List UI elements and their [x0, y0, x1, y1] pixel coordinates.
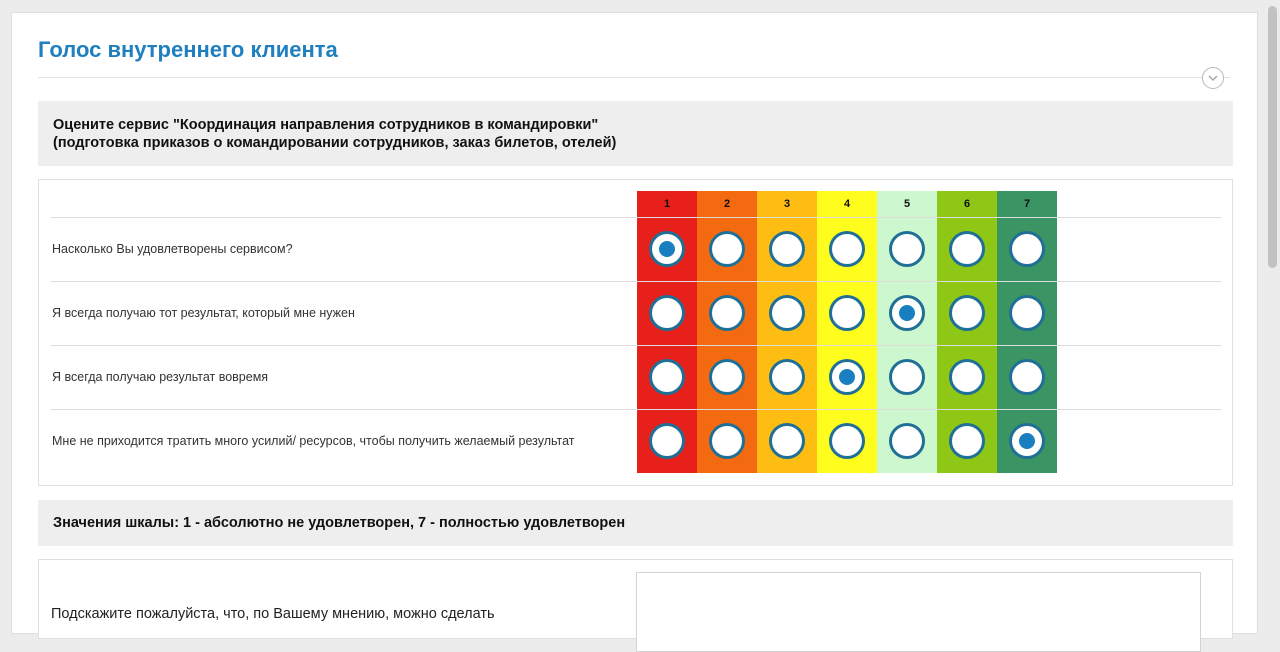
question-header-line2: (подготовка приказов о командировании со… — [53, 135, 617, 151]
comment-label: Подскажите пожалуйста, что, по Вашему мн… — [51, 606, 495, 622]
rating-radio-q1-2[interactable] — [709, 231, 745, 267]
rating-radio-q2-2[interactable] — [709, 295, 745, 331]
scrollbar-thumb[interactable] — [1268, 6, 1277, 268]
rating-radio-q3-1[interactable] — [649, 359, 685, 395]
scale-column-number: 2 — [723, 198, 731, 210]
scale-column-number: 3 — [783, 198, 791, 210]
chevron-down-icon — [1208, 75, 1218, 82]
rating-radio-q3-6[interactable] — [949, 359, 985, 395]
question-header: Оцените сервис "Координация направления … — [38, 101, 1233, 166]
rating-radio-q2-6[interactable] — [949, 295, 985, 331]
rating-radio-q4-5[interactable] — [889, 423, 925, 459]
scale-column-6: 6 — [937, 191, 997, 473]
rating-radio-q4-3[interactable] — [769, 423, 805, 459]
scale-column-4: 4 — [817, 191, 877, 473]
rating-radio-q1-4[interactable] — [829, 231, 865, 267]
collapse-button[interactable] — [1202, 67, 1224, 89]
rating-radio-q1-6[interactable] — [949, 231, 985, 267]
title-divider — [38, 77, 1230, 78]
rating-radio-q3-5[interactable] — [889, 359, 925, 395]
rating-radio-q4-6[interactable] — [949, 423, 985, 459]
survey-card: Голос внутреннего клиента Оцените сервис… — [11, 12, 1258, 652]
rating-radio-q1-3[interactable] — [769, 231, 805, 267]
rating-radio-q2-4[interactable] — [829, 295, 865, 331]
scale-column-number: 5 — [903, 198, 911, 210]
scale-note: Значения шкалы: 1 - абсолютно не удовлет… — [38, 500, 1233, 546]
rating-radio-q2-3[interactable] — [769, 295, 805, 331]
page-scrollbar[interactable] — [1265, 0, 1280, 616]
rating-radio-q4-1[interactable] — [649, 423, 685, 459]
rating-radio-q4-2[interactable] — [709, 423, 745, 459]
rating-radio-q1-1[interactable] — [649, 231, 685, 267]
rating-radio-q1-7[interactable] — [1009, 231, 1045, 267]
rating-radio-q3-2[interactable] — [709, 359, 745, 395]
comment-input[interactable] — [636, 572, 1201, 652]
scale-column-5: 5 — [877, 191, 937, 473]
rating-radio-q2-1[interactable] — [649, 295, 685, 331]
rating-radio-q2-7[interactable] — [1009, 295, 1045, 331]
rating-matrix: 1 2 3 4 5 6 7 Насколько Вы удовлетворены сервис… — [38, 179, 1233, 486]
question-row-label: Я всегда получаю результат вовремя — [52, 370, 269, 384]
scale-column-number: 4 — [843, 198, 851, 210]
question-row-label: Я всегда получаю тот результат, который … — [52, 306, 355, 320]
scale-column-number: 1 — [663, 198, 671, 210]
comment-section: Подскажите пожалуйста, что, по Вашему мн… — [38, 559, 1233, 652]
page-title: Голос внутреннего клиента — [38, 37, 338, 62]
scale-column-number: 7 — [1023, 198, 1031, 210]
rating-radio-q3-4[interactable] — [829, 359, 865, 395]
rating-radio-q4-4[interactable] — [829, 423, 865, 459]
rating-radio-q2-5[interactable] — [889, 295, 925, 331]
scale-column-3: 3 — [757, 191, 817, 473]
scale-column-7: 7 — [997, 191, 1057, 473]
question-header-line1: Оцените сервис "Координация направления … — [53, 117, 599, 133]
question-row-label: Мне не приходится тратить много усилий/ … — [52, 434, 575, 448]
scale-column-number: 6 — [963, 198, 971, 210]
scale-column-1: 1 — [637, 191, 697, 473]
scale-column-2: 2 — [697, 191, 757, 473]
rating-radio-q4-7[interactable] — [1009, 423, 1045, 459]
rating-radio-q3-7[interactable] — [1009, 359, 1045, 395]
rating-radio-q3-3[interactable] — [769, 359, 805, 395]
question-row-label: Насколько Вы удовлетворены сервисом? — [52, 242, 293, 256]
rating-radio-q1-5[interactable] — [889, 231, 925, 267]
